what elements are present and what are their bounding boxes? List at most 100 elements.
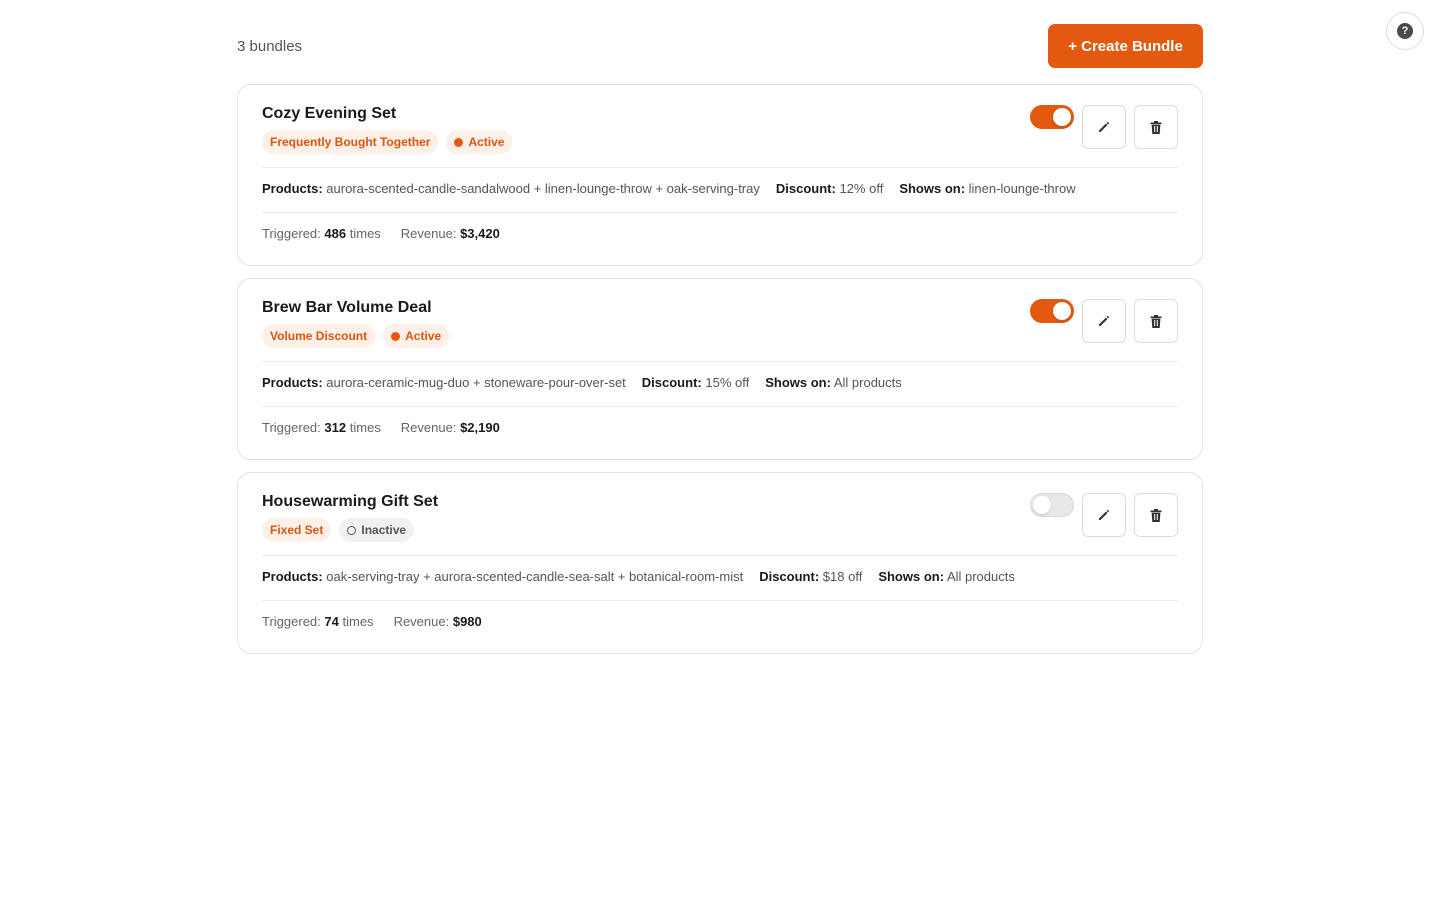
status-badge: Inactive	[339, 518, 415, 542]
triggered-count: 312	[324, 420, 347, 435]
shows-on-value: All products	[833, 375, 902, 390]
products-label: Products:	[262, 181, 323, 196]
revenue-stat: Revenue: $2,190	[401, 420, 500, 435]
divider	[262, 406, 1178, 407]
divider	[262, 600, 1178, 601]
divider	[262, 212, 1178, 213]
create-bundle-button[interactable]: + Create Bundle	[1048, 24, 1203, 68]
status-dot-icon	[454, 137, 464, 147]
bundle-type-badge: Frequently Bought Together	[262, 130, 439, 154]
triggered-stat: Triggered: 312 times	[262, 420, 381, 435]
revenue-value: $980	[452, 614, 482, 629]
status-dot-icon	[391, 331, 401, 341]
pencil-icon	[1099, 509, 1110, 520]
bundle-stats: Triggered: 312 times Revenue: $2,190	[262, 420, 500, 435]
status-badge: Active	[446, 130, 513, 154]
status-dot-icon	[347, 525, 357, 535]
bundle-badges: Fixed Set Inactive	[262, 518, 415, 542]
revenue-stat: Revenue: $3,420	[401, 226, 500, 241]
bundle-enabled-toggle[interactable]	[1030, 493, 1074, 517]
shows-on-value: All products	[946, 569, 1015, 584]
bundle-card: Brew Bar Volume Deal Volume Discount Act…	[237, 278, 1203, 460]
shows-on-label: Shows on:	[899, 181, 966, 196]
bundle-type-badge: Fixed Set	[262, 518, 332, 542]
edit-button[interactable]	[1082, 299, 1126, 343]
discount-label: Discount:	[759, 569, 820, 584]
delete-button[interactable]	[1134, 493, 1178, 537]
pencil-icon	[1099, 315, 1110, 326]
discount-value: 12% off	[839, 181, 884, 196]
products-label: Products:	[262, 569, 323, 584]
bundles-page: 3 bundles + Create Bundle Cozy Evening S…	[237, 0, 1203, 666]
shows-on-field: Shows on: All products	[765, 375, 902, 390]
products-value: aurora-ceramic-mug-duo + stoneware-pour-…	[326, 375, 626, 390]
triggered-label: Triggered:	[262, 226, 321, 241]
triggered-unit: times	[342, 614, 374, 629]
delete-button[interactable]	[1134, 105, 1178, 149]
trash-icon	[1150, 314, 1162, 328]
products-value: aurora-scented-candle-sandalwood + linen…	[326, 181, 760, 196]
products-label: Products:	[262, 375, 323, 390]
bundle-controls	[1030, 493, 1178, 537]
products-field: Products: aurora-ceramic-mug-duo + stone…	[262, 375, 626, 390]
discount-label: Discount:	[641, 375, 702, 390]
edit-button[interactable]	[1082, 105, 1126, 149]
products-field: Products: oak-serving-tray + aurora-scen…	[262, 569, 743, 584]
bundle-count: 3 bundles	[237, 38, 303, 55]
discount-field: Discount: $18 off	[759, 569, 862, 584]
delete-button[interactable]	[1134, 299, 1178, 343]
status-badge: Active	[383, 324, 450, 348]
shows-on-field: Shows on: linen-lounge-throw	[899, 181, 1075, 196]
status-label: Active	[468, 135, 505, 149]
bundle-enabled-toggle[interactable]	[1030, 105, 1074, 129]
help-button[interactable]: ?	[1386, 12, 1424, 50]
divider	[262, 167, 1178, 168]
revenue-value: $3,420	[460, 226, 500, 241]
bundle-enabled-toggle[interactable]	[1030, 299, 1074, 323]
bundle-badges: Frequently Bought Together Active	[262, 130, 513, 154]
triggered-label: Triggered:	[262, 420, 321, 435]
edit-button[interactable]	[1082, 493, 1126, 537]
triggered-unit: times	[349, 226, 381, 241]
shows-on-label: Shows on:	[878, 569, 945, 584]
triggered-unit: times	[349, 420, 381, 435]
products-field: Products: aurora-scented-candle-sandalwo…	[262, 181, 760, 196]
toggle-knob	[1053, 302, 1071, 320]
triggered-stat: Triggered: 486 times	[262, 226, 381, 241]
revenue-stat: Revenue: $980	[394, 614, 482, 629]
bundle-card: Housewarming Gift Set Fixed Set Inactive	[237, 472, 1203, 654]
divider	[262, 555, 1178, 556]
bundle-details: Products: aurora-ceramic-mug-duo + stone…	[262, 375, 902, 390]
revenue-value: $2,190	[460, 420, 500, 435]
shows-on-label: Shows on:	[765, 375, 831, 390]
bundle-details: Products: oak-serving-tray + aurora-scen…	[262, 569, 1015, 584]
discount-field: Discount: 15% off	[642, 375, 749, 390]
bundle-controls	[1030, 299, 1178, 343]
bundle-badges: Volume Discount Active	[262, 324, 450, 348]
bundle-stats: Triggered: 486 times Revenue: $3,420	[262, 226, 500, 241]
triggered-stat: Triggered: 74 times	[262, 614, 374, 629]
revenue-label: Revenue:	[400, 226, 457, 241]
products-value: oak-serving-tray + aurora-scented-candle…	[326, 569, 744, 584]
pencil-icon	[1099, 121, 1110, 132]
triggered-count: 74	[324, 614, 339, 629]
question-circle-icon: ?	[1397, 23, 1413, 39]
trash-icon	[1150, 508, 1162, 522]
shows-on-value: linen-lounge-throw	[968, 181, 1076, 196]
revenue-label: Revenue:	[393, 614, 450, 629]
status-label: Inactive	[361, 523, 407, 537]
bundle-title: Housewarming Gift Set	[262, 493, 439, 510]
bundle-card: Cozy Evening Set Frequently Bought Toget…	[237, 84, 1203, 266]
toggle-knob	[1053, 108, 1071, 126]
bundle-controls	[1030, 105, 1178, 149]
divider	[262, 361, 1178, 362]
page-header: 3 bundles + Create Bundle	[237, 0, 1203, 84]
discount-label: Discount:	[775, 181, 836, 196]
trash-icon	[1150, 120, 1162, 134]
toggle-knob	[1033, 496, 1051, 514]
shows-on-field: Shows on: All products	[878, 569, 1015, 584]
bundle-list: Cozy Evening Set Frequently Bought Toget…	[237, 84, 1203, 654]
discount-value: $18 off	[822, 569, 863, 584]
discount-value: 15% off	[705, 375, 750, 390]
bundle-details: Products: aurora-scented-candle-sandalwo…	[262, 181, 1076, 196]
